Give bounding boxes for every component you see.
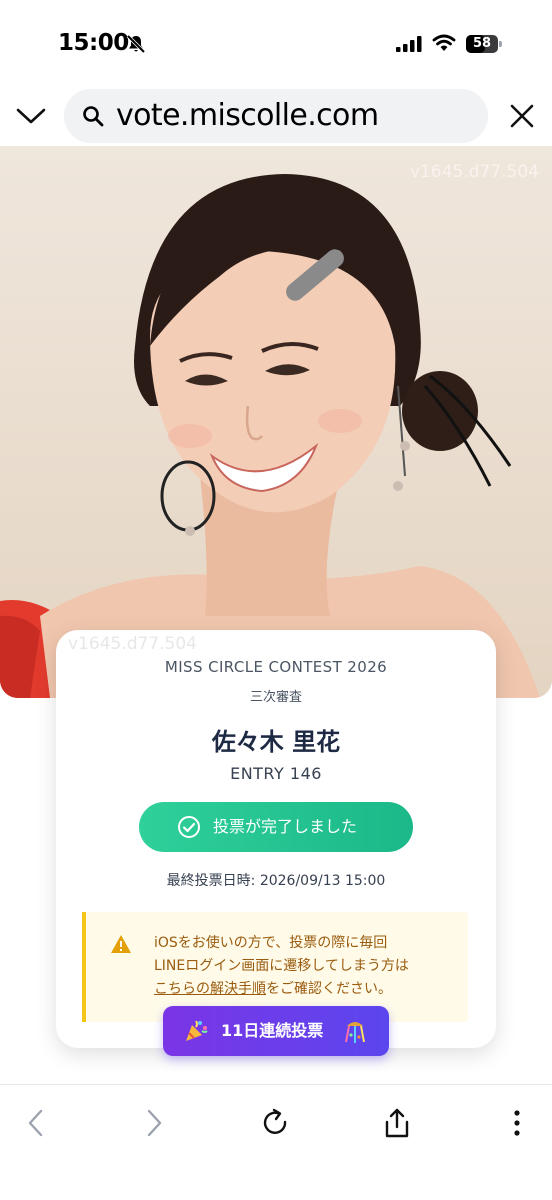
share-icon [385,1108,409,1138]
bell-muted-icon [126,34,146,54]
notice-line-1: iOSをお使いの方で、投票の際に毎回 [154,935,388,951]
battery-level: 58 [472,36,492,51]
battery-nub [499,41,502,47]
candidate-name: 佐々木 里花 [211,728,341,756]
chevron-down-icon[interactable] [14,100,48,130]
reload-button[interactable] [256,1103,296,1143]
confetti-ball-icon [345,1022,365,1043]
candidate-photo: v1645.d77.504 [0,146,552,698]
candidate-card: v1645.d77.504 MISS CIRCLE CONTEST 2026 三… [56,630,496,1048]
share-button[interactable] [377,1103,417,1143]
photo-watermark: v1645.d77.504 [410,162,540,182]
forward-button[interactable] [134,1103,174,1143]
portrait-illustration [0,174,540,698]
vote-complete-button[interactable]: 投票が完了しました [139,802,413,852]
last-vote-datetime: 最終投票日時: 2026/09/13 15:00 [166,873,386,889]
signal-icon [396,36,422,52]
notice-line-3-rest: をご確認ください。 [266,981,392,997]
notice-line-3: こちらの解決手順をご確認ください。 [154,978,466,1001]
more-button[interactable] [497,1103,537,1143]
search-icon [83,106,104,127]
back-icon [28,1109,43,1137]
warning-icon [111,935,131,953]
check-circle-icon [178,816,200,838]
entry-number: ENTRY 146 [230,764,322,783]
status-time: 15:00 [58,30,129,56]
browser-url-row: vote.miscolle.com [0,86,552,146]
more-icon [514,1110,520,1136]
streak-vote-badge[interactable]: 11日連続投票 [163,1006,389,1056]
forward-icon [147,1109,162,1137]
wifi-icon [432,34,456,51]
streak-label: 11日連続投票 [221,1021,324,1040]
reload-icon [263,1108,287,1134]
card-watermark: v1645.d77.504 [68,634,198,654]
solution-steps-link[interactable]: こちらの解決手順 [154,981,266,997]
back-button[interactable] [16,1103,56,1143]
party-popper-icon [186,1020,208,1041]
contest-stage: 三次審査 [249,690,302,705]
address-bar[interactable]: vote.miscolle.com [64,89,488,143]
contest-title: MISS CIRCLE CONTEST 2026 [164,658,388,676]
notice-line-2: LINEログイン画面に遷移してしまう方は [154,958,409,974]
battery-icon: 58 [466,35,502,53]
browser-toolbar [0,1084,552,1200]
url-text: vote.miscolle.com [116,98,379,133]
vote-complete-label: 投票が完了しました [213,817,358,836]
notice-text: iOSをお使いの方で、投票の際に毎回 LINEログイン画面に遷移してしまう方は … [154,932,466,1001]
close-icon[interactable] [508,102,536,130]
status-bar: 15:00 58 [0,0,552,86]
